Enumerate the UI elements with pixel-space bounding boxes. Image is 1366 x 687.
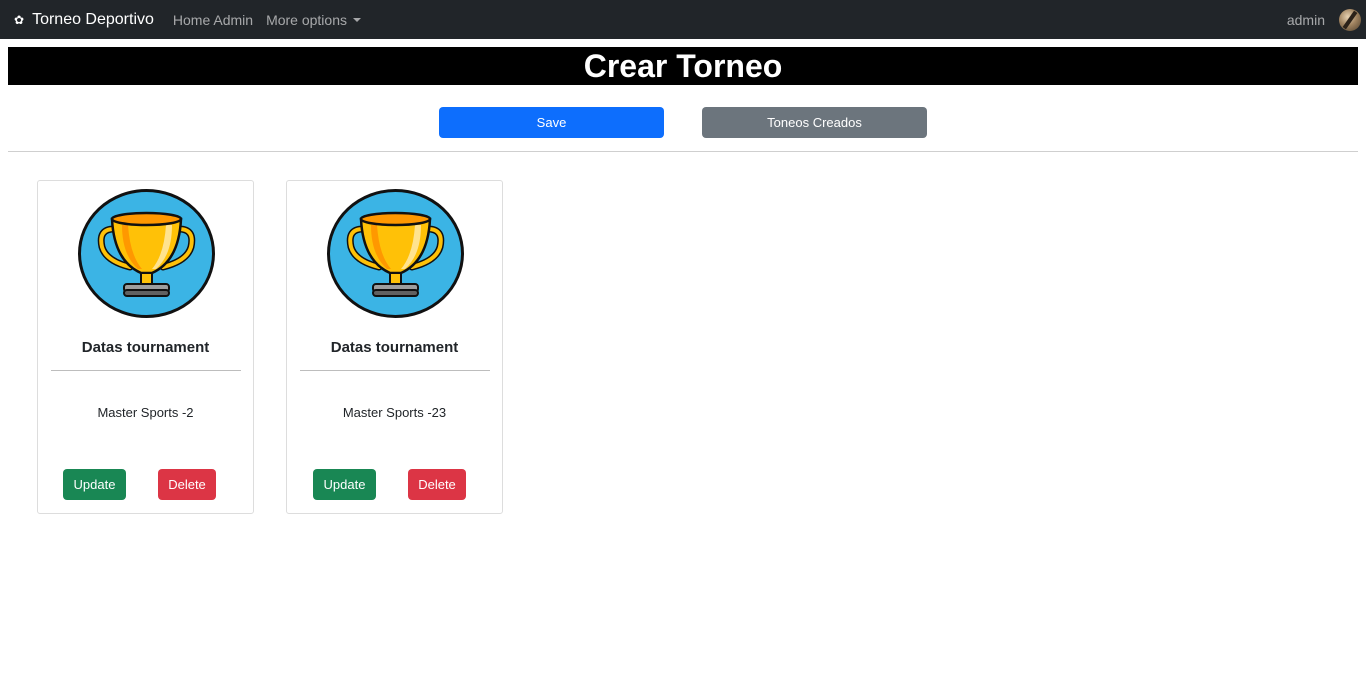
- card-divider: [51, 370, 241, 371]
- avatar[interactable]: [1339, 8, 1361, 31]
- tournament-card: Datas tournament Master Sports -23 Updat…: [286, 180, 503, 514]
- page-title-bar: Crear Torneo: [8, 47, 1358, 85]
- card-text: Master Sports -23: [342, 405, 447, 420]
- card-text: Master Sports -2: [97, 405, 194, 420]
- top-navbar: ✿ Torneo Deportivo Home Admin More optio…: [0, 0, 1366, 39]
- caret-down-icon: [353, 17, 361, 22]
- brand-link[interactable]: ✿ Torneo Deportivo: [14, 11, 154, 29]
- delete-button[interactable]: Delete: [408, 469, 466, 500]
- brand-title: Torneo Deportivo: [32, 10, 154, 28]
- card-title: Datas tournament: [81, 339, 210, 356]
- update-button[interactable]: Update: [63, 469, 126, 500]
- flower-icon: ✿: [14, 12, 25, 27]
- nav-home-admin[interactable]: Home Admin: [173, 12, 253, 28]
- tournament-card: Datas tournament Master Sports -2 Update…: [37, 180, 254, 514]
- page-title: Crear Torneo: [583, 48, 783, 84]
- card-divider: [300, 370, 490, 371]
- trophy-icon: [78, 189, 215, 318]
- nav-more-options-dropdown[interactable]: More options: [266, 12, 361, 28]
- update-button[interactable]: Update: [313, 469, 376, 500]
- save-button[interactable]: Save: [439, 107, 664, 138]
- trophy-icon: [327, 189, 464, 318]
- nav-more-options-label: More options: [266, 11, 347, 28]
- delete-button[interactable]: Delete: [158, 469, 216, 500]
- card-title: Datas tournament: [330, 339, 459, 356]
- tournaments-created-button[interactable]: Toneos Creados: [702, 107, 927, 138]
- user-menu: admin: [1287, 8, 1361, 31]
- user-name-link[interactable]: admin: [1287, 12, 1325, 28]
- section-divider: [8, 151, 1358, 152]
